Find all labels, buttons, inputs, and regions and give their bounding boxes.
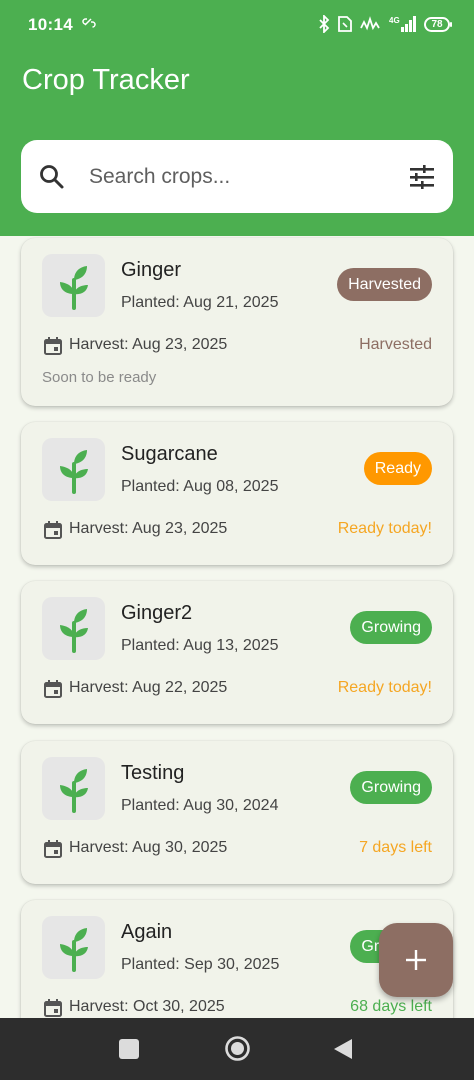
harvest-countdown: Ready today! bbox=[337, 679, 432, 696]
status-icons: 4G 78 bbox=[318, 13, 452, 35]
bluetooth-icon bbox=[319, 15, 330, 33]
status-badge: Ready bbox=[363, 452, 432, 485]
status-bar: 10:14 4G 78 bbox=[0, 0, 474, 50]
planted-date: Planted: Aug 21, 2025 bbox=[121, 294, 279, 311]
crop-thumbnail bbox=[42, 916, 105, 979]
crop-name: Ginger bbox=[121, 259, 182, 281]
harvest-date: Harvest: Aug 30, 2025 bbox=[69, 839, 228, 856]
nfc-icon bbox=[338, 16, 352, 32]
svg-text:4G: 4G bbox=[389, 16, 400, 25]
search-input[interactable] bbox=[89, 160, 379, 194]
system-navigation-bar bbox=[0, 1018, 474, 1080]
crop-note: Soon to be ready bbox=[42, 369, 157, 386]
harvest-date: Harvest: Oct 30, 2025 bbox=[69, 998, 225, 1015]
status-time: 10:14 bbox=[28, 15, 73, 34]
crop-card[interactable]: Ginger Planted: Aug 21, 2025 Harvested H… bbox=[21, 238, 453, 406]
calendar-icon bbox=[44, 680, 62, 698]
harvest-countdown: 7 days left bbox=[359, 839, 432, 856]
harvest-countdown: Harvested bbox=[359, 336, 432, 353]
volte-icon bbox=[360, 16, 380, 31]
home-button[interactable] bbox=[224, 1035, 251, 1062]
status-badge: Growing bbox=[350, 771, 432, 804]
harvest-date: Harvest: Aug 23, 2025 bbox=[69, 336, 228, 353]
sprout-icon bbox=[60, 450, 88, 494]
status-badge: Harvested bbox=[337, 268, 432, 301]
calendar-icon bbox=[44, 999, 62, 1017]
app-bar: Crop Tracker bbox=[0, 50, 474, 116]
filter-tune-icon[interactable] bbox=[409, 164, 435, 190]
calendar-icon bbox=[44, 337, 62, 355]
crop-thumbnail bbox=[42, 597, 105, 660]
crop-card[interactable]: Sugarcane Planted: Aug 08, 2025 Ready Ha… bbox=[21, 422, 453, 565]
harvest-date: Harvest: Aug 23, 2025 bbox=[69, 520, 228, 537]
search-bar[interactable] bbox=[21, 140, 453, 213]
planted-date: Planted: Aug 08, 2025 bbox=[121, 478, 279, 495]
crop-name: Ginger2 bbox=[121, 602, 193, 624]
status-badge: Growing bbox=[350, 611, 432, 644]
calendar-icon bbox=[44, 521, 62, 539]
crop-thumbnail bbox=[42, 757, 105, 820]
search-icon bbox=[40, 165, 64, 189]
search-section bbox=[0, 116, 474, 236]
recents-button[interactable] bbox=[118, 1038, 140, 1060]
app-title: Crop Tracker bbox=[22, 64, 190, 96]
planted-date: Planted: Sep 30, 2025 bbox=[121, 956, 280, 973]
plus-icon bbox=[406, 950, 426, 970]
calendar-icon bbox=[44, 840, 62, 858]
crop-list[interactable]: Ginger Planted: Aug 21, 2025 Harvested H… bbox=[0, 236, 474, 1018]
crop-thumbnail bbox=[42, 438, 105, 501]
crop-name: Again bbox=[121, 921, 173, 943]
back-button[interactable] bbox=[332, 1037, 354, 1061]
planted-date: Planted: Aug 30, 2024 bbox=[121, 797, 279, 814]
sprout-icon bbox=[60, 928, 88, 972]
harvest-date: Harvest: Aug 22, 2025 bbox=[69, 679, 228, 696]
harvest-countdown: Ready today! bbox=[337, 520, 432, 537]
sprout-icon bbox=[60, 769, 88, 813]
sprout-icon bbox=[60, 609, 88, 653]
add-crop-button[interactable] bbox=[379, 923, 453, 997]
crop-card[interactable]: Testing Planted: Aug 30, 2024 Growing Ha… bbox=[21, 741, 453, 884]
planted-date: Planted: Aug 13, 2025 bbox=[121, 637, 279, 654]
crop-card[interactable]: Ginger2 Planted: Aug 13, 2025 Growing Ha… bbox=[21, 581, 453, 724]
crop-name: Sugarcane bbox=[121, 443, 218, 465]
crop-thumbnail bbox=[42, 254, 105, 317]
harvest-countdown: 68 days left bbox=[350, 998, 432, 1015]
sprout-icon bbox=[60, 266, 88, 310]
battery-icon: 78 bbox=[424, 16, 452, 32]
crop-name: Testing bbox=[121, 762, 185, 784]
signal-4g-icon: 4G bbox=[389, 16, 416, 32]
link-icon bbox=[82, 18, 96, 28]
